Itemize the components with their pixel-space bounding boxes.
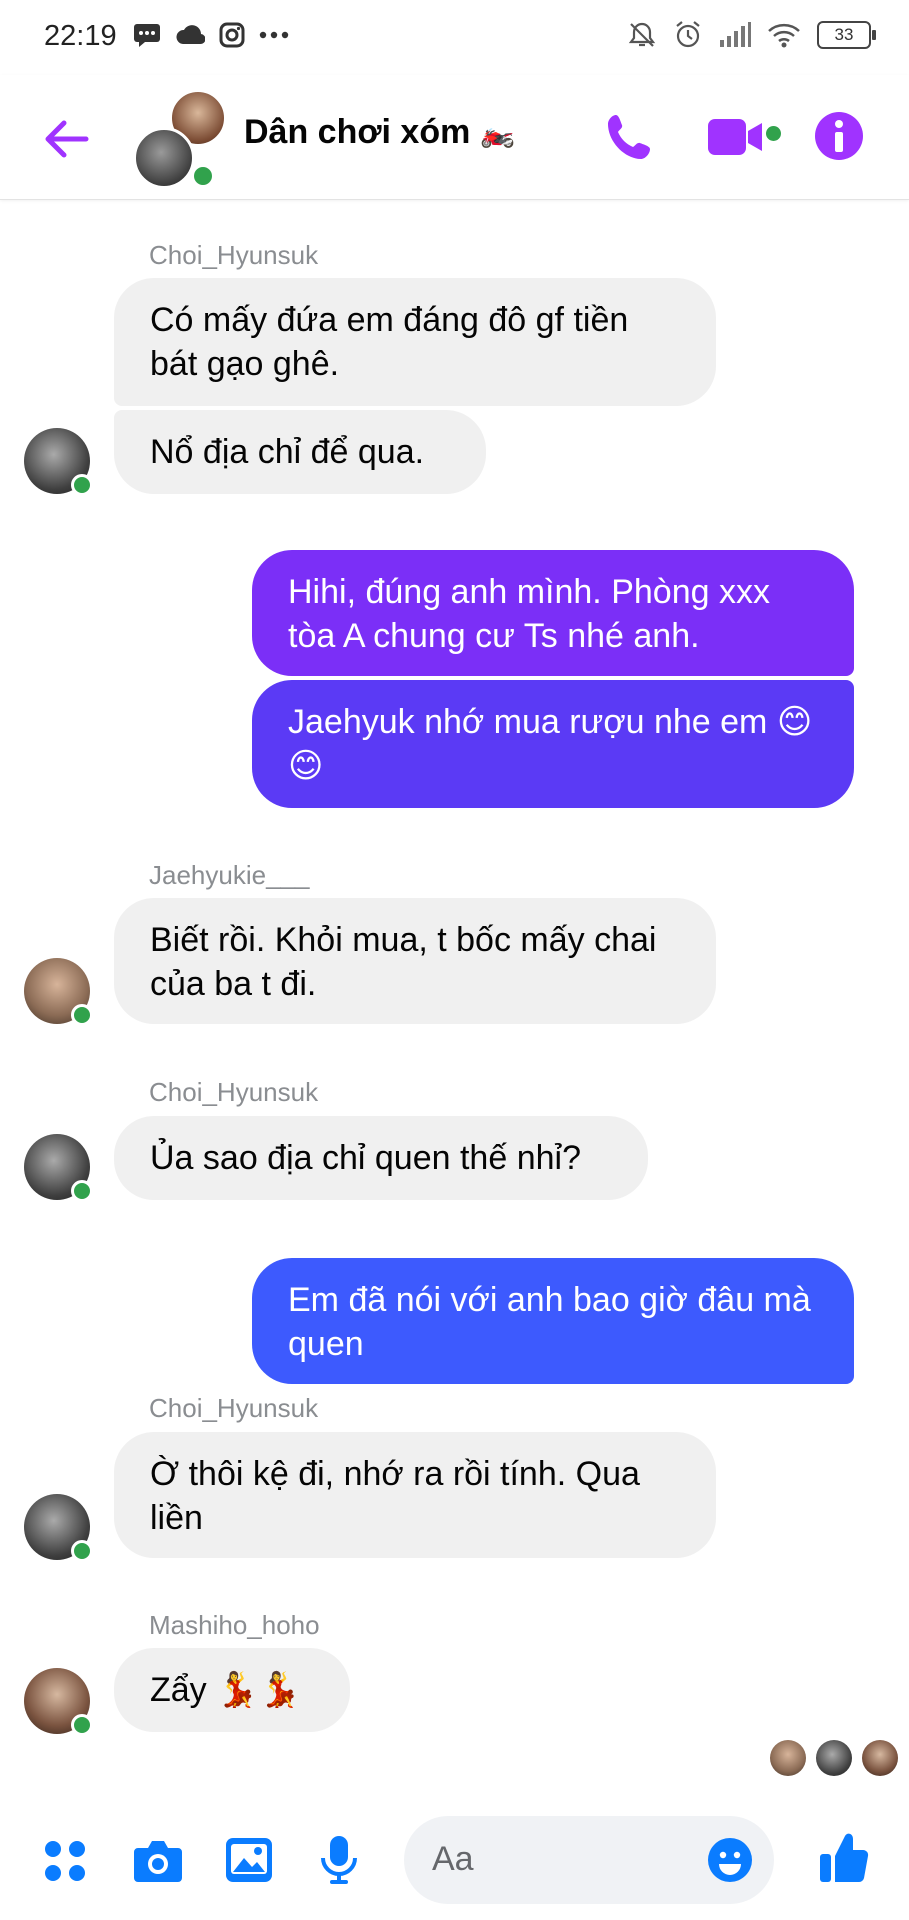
more-icon bbox=[259, 31, 289, 39]
cloud-icon bbox=[176, 25, 205, 45]
message-bubble[interactable]: Ờ thôi kệ đi, nhớ ra rồi tính. Qua liền bbox=[114, 1432, 716, 1558]
sender-name: Jaehyukie___ bbox=[149, 860, 310, 890]
seen-avatar bbox=[816, 1740, 852, 1776]
online-indicator bbox=[191, 164, 215, 188]
message-bubble[interactable]: Ủa sao địa chỉ quen thế nhỉ? bbox=[114, 1116, 648, 1200]
sender-name: Choi_Hyunsuk bbox=[149, 1077, 319, 1107]
emoji-icon[interactable] bbox=[706, 1836, 754, 1884]
gallery-icon[interactable] bbox=[224, 1836, 274, 1884]
chat-header: Dân chơi xóm 🏍️ bbox=[0, 75, 909, 200]
thumbs-up-icon[interactable] bbox=[818, 1830, 870, 1886]
message-bubble-outgoing[interactable]: Jaehyuk nhớ mua rượu nhe em 😊😊 bbox=[252, 680, 854, 808]
seen-avatar bbox=[770, 1740, 806, 1776]
message-text: Zẩy 💃💃 bbox=[150, 1671, 301, 1709]
avatar bbox=[133, 127, 195, 189]
mute-icon bbox=[628, 22, 656, 47]
signal-icon bbox=[720, 22, 751, 47]
message-text: Biết rồi. Khỏi mua, t bốc mấy chai của b… bbox=[150, 921, 657, 1003]
composer-bar: Aa bbox=[0, 1800, 909, 1920]
message-text: Ủa sao địa chỉ quen thế nhỉ? bbox=[150, 1139, 581, 1177]
status-bar: 22:19 33 bbox=[0, 0, 909, 75]
message-bubble[interactable]: Nổ địa chỉ để qua. bbox=[114, 410, 486, 494]
message-icon bbox=[134, 24, 160, 47]
online-indicator bbox=[71, 474, 93, 496]
online-indicator bbox=[71, 1714, 93, 1736]
message-text: Nổ địa chỉ để qua. bbox=[150, 433, 425, 471]
sender-name: Choi_Hyunsuk bbox=[149, 240, 319, 270]
camera-icon[interactable] bbox=[132, 1836, 184, 1884]
message-bubble[interactable]: Zẩy 💃💃 bbox=[114, 1648, 350, 1732]
info-icon[interactable] bbox=[814, 111, 864, 161]
online-indicator bbox=[71, 1540, 93, 1562]
video-online-dot bbox=[766, 126, 781, 141]
chat-title[interactable]: Dân chơi xóm 🏍️ bbox=[244, 113, 515, 152]
microphone-icon[interactable] bbox=[318, 1834, 360, 1886]
message-bubble-outgoing[interactable]: Em đã nói với anh bao giờ đâu mà quen bbox=[252, 1258, 854, 1384]
message-bubble[interactable]: Có mấy đứa em đáng đô gf tiền bát gạo gh… bbox=[114, 278, 716, 406]
message-bubble[interactable]: Biết rồi. Khỏi mua, t bốc mấy chai của b… bbox=[114, 898, 716, 1024]
wifi-icon bbox=[768, 23, 800, 48]
message-text: Ờ thôi kệ đi, nhớ ra rồi tính. Qua liền bbox=[150, 1455, 640, 1537]
chat-title-text: Dân chơi xóm bbox=[244, 113, 471, 151]
motorcycle-emoji: 🏍️ bbox=[480, 117, 516, 148]
online-indicator bbox=[71, 1180, 93, 1202]
instagram-icon bbox=[219, 22, 245, 48]
video-call-icon[interactable] bbox=[708, 115, 768, 159]
sender-name: Mashiho_hoho bbox=[149, 1610, 320, 1640]
message-input[interactable]: Aa bbox=[404, 1816, 774, 1904]
menu-grid-icon[interactable] bbox=[42, 1838, 88, 1884]
message-input-placeholder: Aa bbox=[432, 1840, 474, 1878]
group-avatar[interactable] bbox=[133, 89, 227, 189]
status-time: 22:19 bbox=[44, 20, 117, 52]
message-text: Jaehyuk nhớ mua rượu nhe em 😊😊 bbox=[288, 703, 813, 785]
battery-icon: 33 bbox=[817, 21, 876, 49]
message-bubble-outgoing[interactable]: Hihi, đúng anh mình. Phòng xxx tòa A chu… bbox=[252, 550, 854, 676]
message-text: Hihi, đúng anh mình. Phòng xxx tòa A chu… bbox=[288, 573, 770, 655]
alarm-icon bbox=[676, 21, 700, 48]
phone-icon[interactable] bbox=[604, 111, 656, 163]
online-indicator bbox=[71, 1004, 93, 1026]
back-arrow-icon[interactable] bbox=[40, 113, 92, 165]
sender-name: Choi_Hyunsuk bbox=[149, 1393, 319, 1423]
message-text: Có mấy đứa em đáng đô gf tiền bát gạo gh… bbox=[150, 301, 629, 383]
message-text: Em đã nói với anh bao giờ đâu mà quen bbox=[288, 1281, 811, 1363]
seen-avatar bbox=[862, 1740, 898, 1776]
